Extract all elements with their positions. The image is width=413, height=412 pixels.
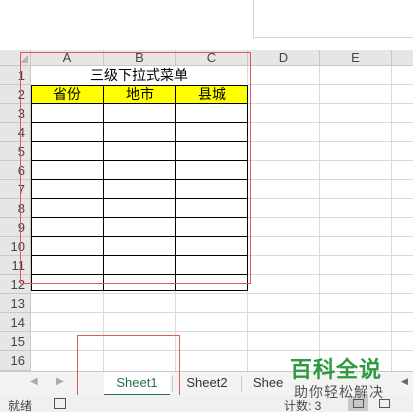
row-header-14[interactable]: 14 [0, 313, 31, 332]
gridline [31, 331, 413, 332]
tab-separator [241, 376, 242, 392]
table-border [31, 290, 248, 291]
gridline [391, 66, 392, 371]
row-header-13[interactable]: 13 [0, 294, 31, 313]
watermark-logo: 百科全说 助你轻松解决 [282, 352, 404, 404]
tab-sheet3[interactable]: Shee [245, 372, 285, 396]
status-ready: 就绪 [8, 399, 33, 412]
gridline [31, 293, 413, 294]
formula-bar-box[interactable] [253, 0, 413, 38]
tab-next-icon[interactable]: ▶ [56, 376, 64, 387]
gridline [31, 312, 413, 313]
formula-area [0, 0, 413, 50]
tab-sheet2[interactable]: Sheet2 [176, 372, 238, 396]
highlight-frame-table [20, 52, 251, 284]
column-header-f[interactable] [392, 50, 413, 66]
tab-prev-icon[interactable]: ◀ [30, 376, 38, 387]
row-header-16[interactable]: 16 [0, 351, 31, 371]
column-header-e[interactable]: E [320, 50, 392, 66]
column-header-d[interactable]: D [248, 50, 320, 66]
watermark-title: 百科全说 [290, 357, 383, 382]
gridline [319, 66, 320, 371]
macro-record-icon[interactable] [54, 398, 66, 409]
watermark-subtitle: 助你轻松解决 [294, 384, 384, 400]
row-header-15[interactable]: 15 [0, 332, 31, 351]
